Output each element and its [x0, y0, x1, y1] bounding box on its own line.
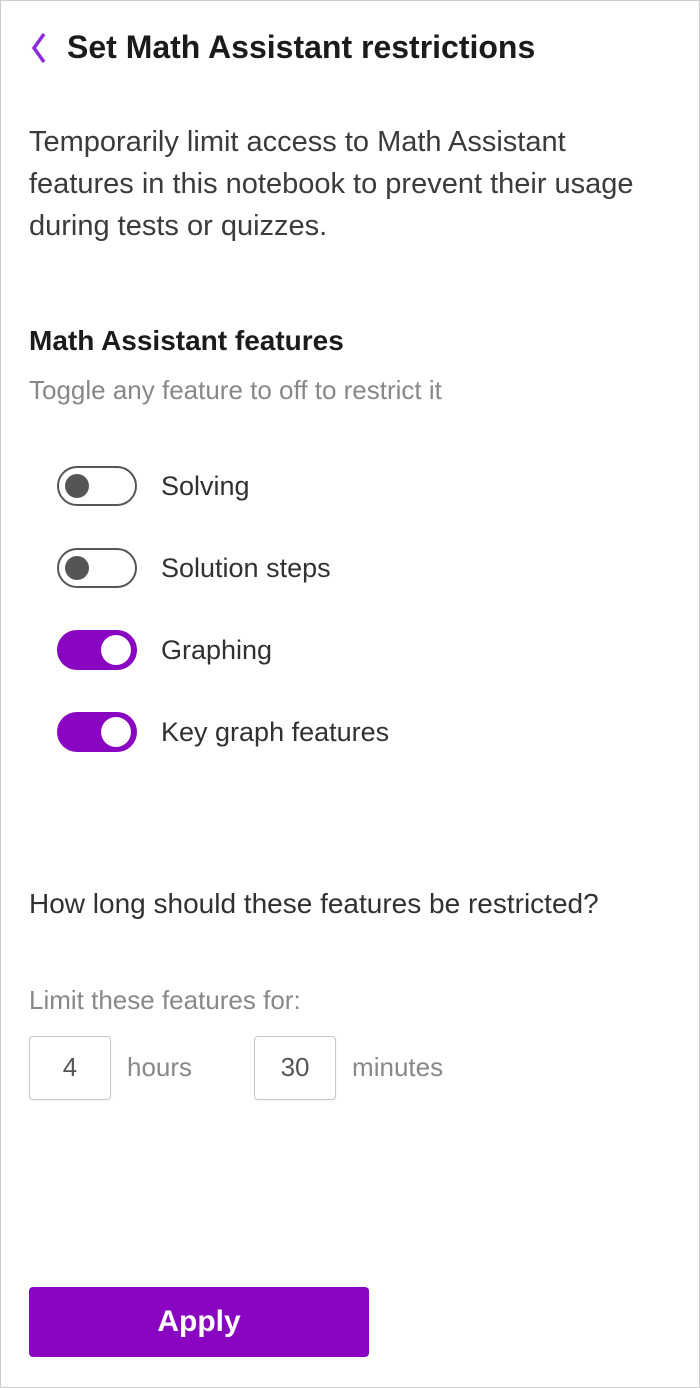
toggle-graphing[interactable] — [57, 630, 137, 670]
toggle-label-solution-steps: Solution steps — [161, 553, 331, 584]
hours-unit-label: hours — [127, 1052, 192, 1083]
duration-question: How long should these features be restri… — [29, 884, 671, 925]
toggle-label-solving: Solving — [161, 471, 250, 502]
header: Set Math Assistant restrictions — [29, 21, 671, 66]
apply-button[interactable]: Apply — [29, 1287, 369, 1357]
toggle-label-graphing: Graphing — [161, 635, 272, 666]
toggle-knob-icon — [101, 635, 131, 665]
chevron-left-icon — [29, 30, 49, 66]
toggle-key-graph-features[interactable] — [57, 712, 137, 752]
toggle-row-graphing: Graphing — [57, 630, 671, 670]
toggle-label-key-graph-features: Key graph features — [161, 717, 389, 748]
features-heading: Math Assistant features — [29, 325, 671, 357]
back-button[interactable] — [29, 30, 49, 66]
minutes-input[interactable] — [254, 1036, 336, 1100]
duration-inputs: hours minutes — [29, 1036, 671, 1100]
minutes-unit-label: minutes — [352, 1052, 443, 1083]
toggle-row-solving: Solving — [57, 466, 671, 506]
page-title: Set Math Assistant restrictions — [67, 29, 535, 66]
toggle-row-key-graph-features: Key graph features — [57, 712, 671, 752]
toggle-solving[interactable] — [57, 466, 137, 506]
toggle-solution-steps[interactable] — [57, 548, 137, 588]
features-subtext: Toggle any feature to off to restrict it — [29, 375, 671, 406]
toggle-row-solution-steps: Solution steps — [57, 548, 671, 588]
page-description: Temporarily limit access to Math Assista… — [29, 121, 671, 247]
toggle-knob-icon — [65, 556, 89, 580]
toggle-knob-icon — [65, 474, 89, 498]
hours-input[interactable] — [29, 1036, 111, 1100]
toggle-list: Solving Solution steps Graphing Key grap… — [29, 466, 671, 794]
toggle-knob-icon — [101, 717, 131, 747]
duration-subtext: Limit these features for: — [29, 985, 671, 1016]
